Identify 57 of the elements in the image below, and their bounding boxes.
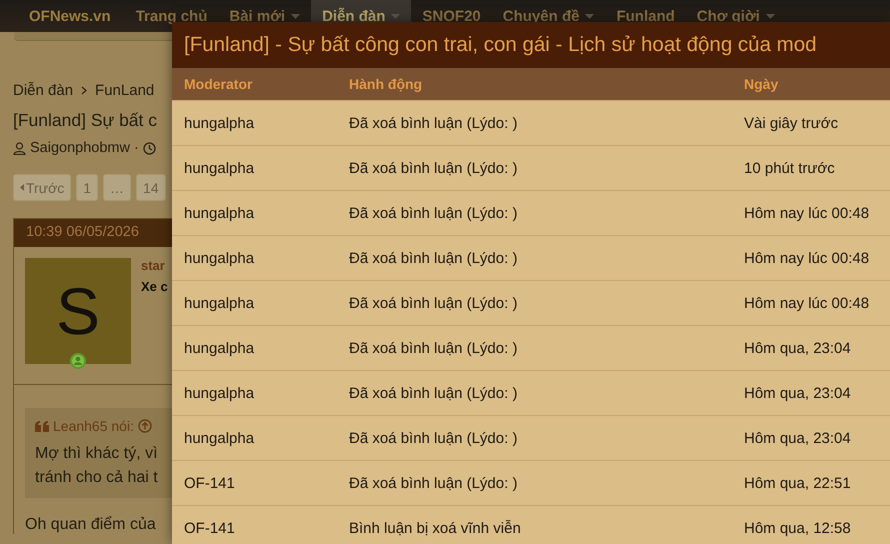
moderator-cell-text: hungalpha xyxy=(184,430,256,446)
action-cell-text: Đã xoá bình luận (Lýdo: ) xyxy=(349,430,518,446)
user-title: Xe c xyxy=(141,279,168,294)
caret-icon xyxy=(20,184,24,191)
moderator-cell-text: hungalpha xyxy=(184,160,256,176)
author-link[interactable]: Saigonphobmw · xyxy=(30,140,139,156)
column-header: Moderator xyxy=(184,76,254,92)
username-link[interactable]: star xyxy=(141,258,168,273)
action-cell-text: Đã xoá bình luận (Lýdo: ) xyxy=(349,160,518,176)
date-cell-text: Hôm nay lúc 00:48 xyxy=(744,204,870,222)
moderator-cell-text: hungalpha xyxy=(184,114,256,132)
moderator-cell-text: hungalpha xyxy=(184,384,256,402)
quote-text: Mợ thì khác tý, vì xyxy=(35,444,159,464)
moderator-cell-text: hungalpha xyxy=(184,294,256,312)
action-cell-text: Đã xoá bình luận (Lýdo: ) xyxy=(349,250,518,266)
previous-page-button[interactable]: Trước xyxy=(13,174,72,201)
clock-icon xyxy=(142,142,156,154)
action-cell-text: Đã xoá bình luận (Lýdo: ) xyxy=(349,384,518,402)
date-cell-text: Hôm nay lúc 00:48 xyxy=(744,294,870,312)
moderator-cell-text: hungalpha xyxy=(184,340,256,356)
quote-author-link[interactable]: Leanh65 nói: xyxy=(53,418,134,434)
user-icon xyxy=(13,142,26,154)
online-status-icon xyxy=(69,352,87,370)
moderator-cell-text: hungalpha xyxy=(184,250,256,266)
site-logo[interactable]: OFNews.vn xyxy=(14,0,125,32)
page-button[interactable]: 14 xyxy=(136,174,166,201)
date-cell-text: Hôm qua, 12:58 xyxy=(744,520,852,536)
chevron-icon xyxy=(81,86,88,94)
moderator-cell-text: OF-141 xyxy=(184,520,236,536)
action-cell-text: Đã xoá bình luận (Lýdo: ) xyxy=(349,294,518,312)
action-cell-text: Đã xoá bình luận (Lýdo: ) xyxy=(349,114,518,132)
action-cell-text: Đã xoá bình luận (Lýdo: ) xyxy=(349,340,518,356)
date-cell-text: Hôm qua, 23:04 xyxy=(744,340,852,356)
post-text: Oh quan điểm của xyxy=(25,516,157,534)
breadcrumb-link[interactable]: FunLand xyxy=(95,82,154,98)
moderator-cell-text: hungalpha xyxy=(184,204,256,222)
quote-text: tránh cho cả hai t xyxy=(35,468,159,488)
page-button[interactable]: … xyxy=(103,174,132,201)
moderator-cell-text: OF-141 xyxy=(184,474,236,492)
page-button[interactable]: 1 xyxy=(76,174,98,201)
quote-icon xyxy=(35,420,49,432)
date-cell-text: 10 phút trước xyxy=(744,160,836,176)
action-cell-text: Đã xoá bình luận (Lýdo: ) xyxy=(349,474,518,492)
arrow-up-icon[interactable] xyxy=(138,419,152,433)
column-header: Ngày xyxy=(744,76,780,92)
action-cell-text: Đã xoá bình luận (Lýdo: ) xyxy=(349,204,518,222)
date-cell-text: Hôm qua, 23:04 xyxy=(744,430,852,446)
post-date: 10:39 06/05/2026 xyxy=(14,219,172,247)
date-cell-text: Hôm nay lúc 00:48 xyxy=(744,250,870,266)
thread-title: [Funland] Sự bất c xyxy=(13,110,158,131)
action-cell-text: Bình luận bị xoá vĩnh viễn xyxy=(349,520,522,536)
breadcrumb-link[interactable]: Diễn đàn xyxy=(13,82,74,98)
date-cell-text: Hôm qua, 22:51 xyxy=(744,474,852,492)
column-header: Hành động xyxy=(349,76,424,92)
dialog-title: [Funland] - Sự bất công con trai, con gái - Lịch sử hoạt động của mod xyxy=(172,22,890,68)
date-cell-text: Vài giây trước xyxy=(744,114,840,132)
date-cell-text: Hôm qua, 23:04 xyxy=(744,384,852,402)
